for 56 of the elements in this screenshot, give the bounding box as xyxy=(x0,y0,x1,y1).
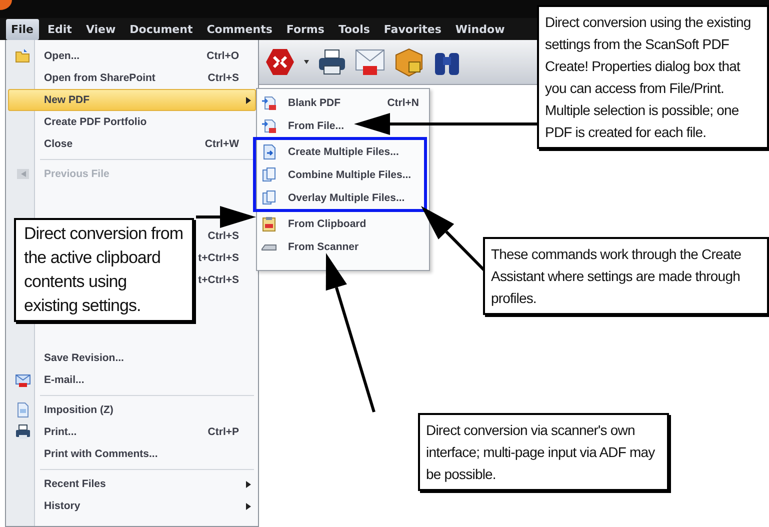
caret-icon[interactable] xyxy=(304,60,309,64)
menu-item[interactable]: New PDF xyxy=(8,89,256,111)
document-icon xyxy=(15,402,31,418)
menu-item[interactable]: Open... Ctrl+O xyxy=(8,45,256,67)
callout-text: Direct conversion from the active clipboard contents using existing settings. xyxy=(14,218,194,322)
menu-bar-item[interactable]: Comments xyxy=(202,18,278,40)
submenu-item[interactable]: Combine Multiple Files... xyxy=(257,163,424,186)
submenu-item[interactable]: From Clipboard xyxy=(257,212,429,235)
menu-item[interactable]: Print with Comments... xyxy=(8,443,256,465)
submenu-item[interactable]: Overlay Multiple Files... xyxy=(257,186,424,209)
menu-bar-item[interactable]: Edit xyxy=(42,18,77,40)
menu-item[interactable]: Imposition (Z) xyxy=(8,399,256,421)
new-document-icon xyxy=(261,118,277,134)
new-document-icon xyxy=(261,94,277,110)
pointer-arrow xyxy=(421,206,486,272)
menu-item[interactable]: Recent Files xyxy=(8,473,256,495)
submenu-item[interactable]: From Scanner xyxy=(257,235,429,258)
page-icon xyxy=(261,144,277,160)
pointer-arrow xyxy=(196,206,256,228)
submenu-arrow-icon xyxy=(246,502,250,510)
callout-text: Direct conversion via scanner's own interface; multi-page input via ADF may be possible. xyxy=(418,413,669,491)
menu-bar-item[interactable]: File xyxy=(6,18,39,40)
printer-icon[interactable] xyxy=(318,49,346,75)
submenu-item[interactable]: From File... xyxy=(257,114,429,137)
menu-item[interactable]: Create PDF Portfolio xyxy=(8,111,256,133)
submenu-item[interactable]: Create Multiple Files... xyxy=(257,140,424,163)
hexagon-icon[interactable] xyxy=(265,47,295,77)
menu-item[interactable]: E-mail... xyxy=(8,369,256,391)
shortcut-text: t+Ctrl+S xyxy=(198,274,240,286)
menu-bar-item[interactable]: Window xyxy=(450,18,510,40)
menu-bar-item[interactable]: View xyxy=(80,18,121,40)
submenu-arrow-icon xyxy=(246,96,250,104)
submenu-arrow-icon xyxy=(246,480,250,488)
package-lock-icon[interactable] xyxy=(394,47,424,77)
menu-bar-item[interactable]: Favorites xyxy=(378,18,446,40)
shortcut-text: t+Ctrl+S xyxy=(198,252,240,264)
shortcut-text: Ctrl+S xyxy=(208,230,240,242)
menu-item[interactable]: History xyxy=(8,495,256,517)
menu-bar-item[interactable]: Tools xyxy=(333,18,375,40)
menu-item[interactable]: Save Revision... xyxy=(8,347,256,369)
envelope-icon[interactable] xyxy=(355,48,385,76)
pages-icon xyxy=(261,190,277,206)
folder-icon xyxy=(15,48,31,64)
menu-bar-item[interactable]: Forms xyxy=(281,18,330,40)
printer-icon xyxy=(15,424,31,440)
callout-text: These commands work through the Create Assistant where settings are made through profiles. xyxy=(483,237,769,315)
app-logo-icon xyxy=(0,0,12,10)
envelope-icon xyxy=(15,372,31,388)
menu-bar-item[interactable]: Document xyxy=(124,18,198,40)
menu-item[interactable]: Open from SharePoint Ctrl+S xyxy=(8,67,256,89)
callout-text: Direct conversion using the existing settings from the ScanSoft PDF Create! Properties dialog box that you can access from File/Print. Multiple selection is possible; one PDF is created for each file. xyxy=(537,5,769,149)
clipboard-icon xyxy=(261,216,277,232)
pages-icon xyxy=(261,166,277,182)
menu-item[interactable]: Print... Ctrl+P xyxy=(8,421,256,443)
submenu-item[interactable]: Blank PDF Ctrl+N xyxy=(257,91,429,114)
menu-item[interactable]: Close Ctrl+W xyxy=(8,133,256,155)
